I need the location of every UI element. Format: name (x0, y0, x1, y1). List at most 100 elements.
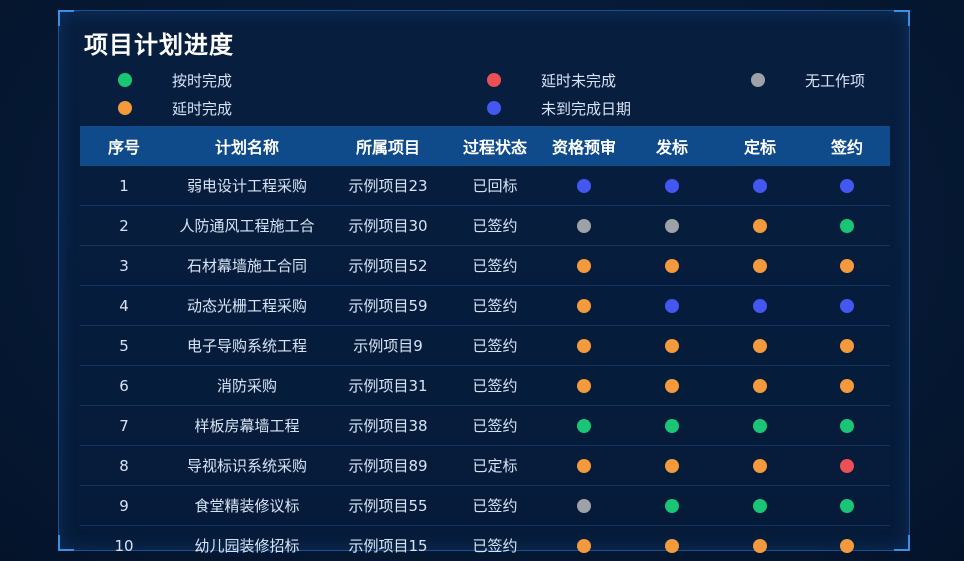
status-dot-icon (577, 379, 591, 393)
row-stage-cell (628, 205, 716, 246)
plan-table: 序号 计划名称 所属项目 过程状态 资格预审 发标 定标 签约 1 弱电设计工程采… (80, 126, 890, 561)
status-dot-icon (577, 179, 591, 193)
legend-on-time: 按时完成 (118, 69, 232, 91)
row-stage-cell (804, 365, 890, 406)
project-plan-panel: 项目计划进度 按时完成 延时未完成 无工作项 延时完成 未到完成日期 序号 计划… (58, 10, 910, 555)
table-row[interactable]: 4 动态光栅工程采购 示例项目59 已签约 (80, 285, 890, 326)
row-stage-cell (628, 405, 716, 446)
row-no: 6 (80, 365, 168, 406)
row-stage-cell (540, 205, 628, 246)
row-stage-cell (540, 485, 628, 526)
row-stage-cell (804, 245, 890, 286)
status-dot-icon (840, 419, 854, 433)
row-stage-cell (804, 166, 890, 206)
header-no: 序号 (80, 126, 168, 166)
row-stage-cell (540, 526, 628, 561)
status-dot-icon (753, 179, 767, 193)
row-stage-cell (804, 405, 890, 446)
row-stage-cell (716, 445, 804, 486)
header-award: 定标 (716, 126, 804, 166)
row-process-state: 已签约 (450, 245, 540, 286)
status-dot-icon (840, 379, 854, 393)
status-dot-icon (753, 339, 767, 353)
row-stage-cell (716, 365, 804, 406)
row-stage-cell (804, 485, 890, 526)
row-stage-cell (540, 325, 628, 366)
row-stage-cell (540, 245, 628, 286)
row-plan-name: 幼儿园装修招标 (194, 537, 300, 555)
status-dot-icon (665, 539, 679, 553)
row-plan-name: 导视标识系统采购 (168, 445, 326, 486)
row-project: 示例项目9 (326, 325, 450, 366)
row-stage-cell (804, 526, 890, 561)
legend-delayed-complete: 延时完成 (118, 97, 232, 119)
row-plan-name: 食堂精装修议标 (168, 485, 326, 526)
row-stage-cell (628, 526, 716, 561)
row-stage-cell (540, 405, 628, 446)
table-row[interactable]: 1 弱电设计工程采购 示例项目23 已回标 (80, 166, 890, 206)
row-stage-cell (716, 526, 804, 561)
row-process-state: 已签约 (450, 405, 540, 446)
row-project: 示例项目59 (326, 285, 450, 326)
status-dot-icon (665, 299, 679, 313)
header-contract: 签约 (804, 126, 890, 166)
row-plan-name: 消防采购 (168, 365, 326, 406)
row-no: 1 (80, 166, 168, 206)
row-project: 示例项目55 (326, 485, 450, 526)
row-project: 示例项目38 (326, 405, 450, 446)
table-row[interactable]: 9 食堂精装修议标 示例项目55 已签约 (80, 485, 890, 526)
row-stage-cell (716, 405, 804, 446)
legend-not-due: 未到完成日期 (487, 97, 631, 119)
row-plan-name: 电子导购系统工程 (168, 325, 326, 366)
row-process-state: 已回标 (450, 166, 540, 206)
legend-delayed-incomplete: 延时未完成 (487, 69, 616, 91)
status-dot-icon (665, 219, 679, 233)
table-row[interactable]: 3 石材幕墙施工合同 示例项目52 已签约 (80, 245, 890, 286)
table-row[interactable]: 6 消防采购 示例项目31 已签约 (80, 365, 890, 406)
corner-accent (894, 535, 910, 551)
row-plan-name: 石材幕墙施工合同 (168, 245, 326, 286)
status-dot-icon (840, 179, 854, 193)
legend-label: 未到完成日期 (541, 99, 632, 118)
status-dot-icon (840, 259, 854, 273)
status-dot-icon (577, 219, 591, 233)
status-dot-icon (753, 299, 767, 313)
row-stage-cell (804, 325, 890, 366)
row-project: 示例项目30 (326, 205, 450, 246)
corner-accent (894, 10, 910, 26)
table-row[interactable]: 7 样板房幕墙工程 示例项目38 已签约 (80, 405, 890, 446)
status-dot-icon (577, 419, 591, 433)
header-process-state: 过程状态 (450, 126, 540, 166)
table-row[interactable]: 10 幼儿园装修招标 示例项目15 已签约 (80, 526, 890, 561)
corner-accent (58, 10, 74, 26)
row-plan-name: 人防通风工程施工合 (168, 205, 326, 246)
status-dot-icon (577, 299, 591, 313)
status-dot-icon (665, 499, 679, 513)
table-row[interactable]: 8 导视标识系统采购 示例项目89 已定标 (80, 445, 890, 486)
row-no: 3 (80, 245, 168, 286)
row-stage-cell (540, 445, 628, 486)
status-dot-icon (753, 259, 767, 273)
status-dot-icon (840, 459, 854, 473)
status-dot-icon (577, 539, 591, 553)
status-dot-icon (753, 539, 767, 553)
row-stage-cell (540, 365, 628, 406)
table-row[interactable]: 5 电子导购系统工程 示例项目9 已签约 (80, 325, 890, 366)
status-dot-icon (577, 259, 591, 273)
status-dot-icon (840, 219, 854, 233)
table-row[interactable]: 2 人防通风工程施工合 示例项目30 已签约 (80, 205, 890, 246)
legend-no-work: 无工作项 (751, 69, 865, 91)
row-plan-name: 动态光栅工程采购 (168, 285, 326, 326)
status-dot-icon (665, 379, 679, 393)
row-no: 2 (80, 205, 168, 246)
row-stage-cell (716, 325, 804, 366)
legend-label: 延时完成 (172, 99, 233, 118)
row-stage-cell (804, 285, 890, 326)
row-stage-cell (628, 485, 716, 526)
status-dot-icon (840, 299, 854, 313)
row-process-state: 已签约 (450, 485, 540, 526)
row-stage-cell (628, 245, 716, 286)
row-no: 9 (80, 485, 168, 526)
status-dot-icon (487, 73, 501, 87)
row-plan-name: 弱电设计工程采购 (168, 166, 326, 206)
